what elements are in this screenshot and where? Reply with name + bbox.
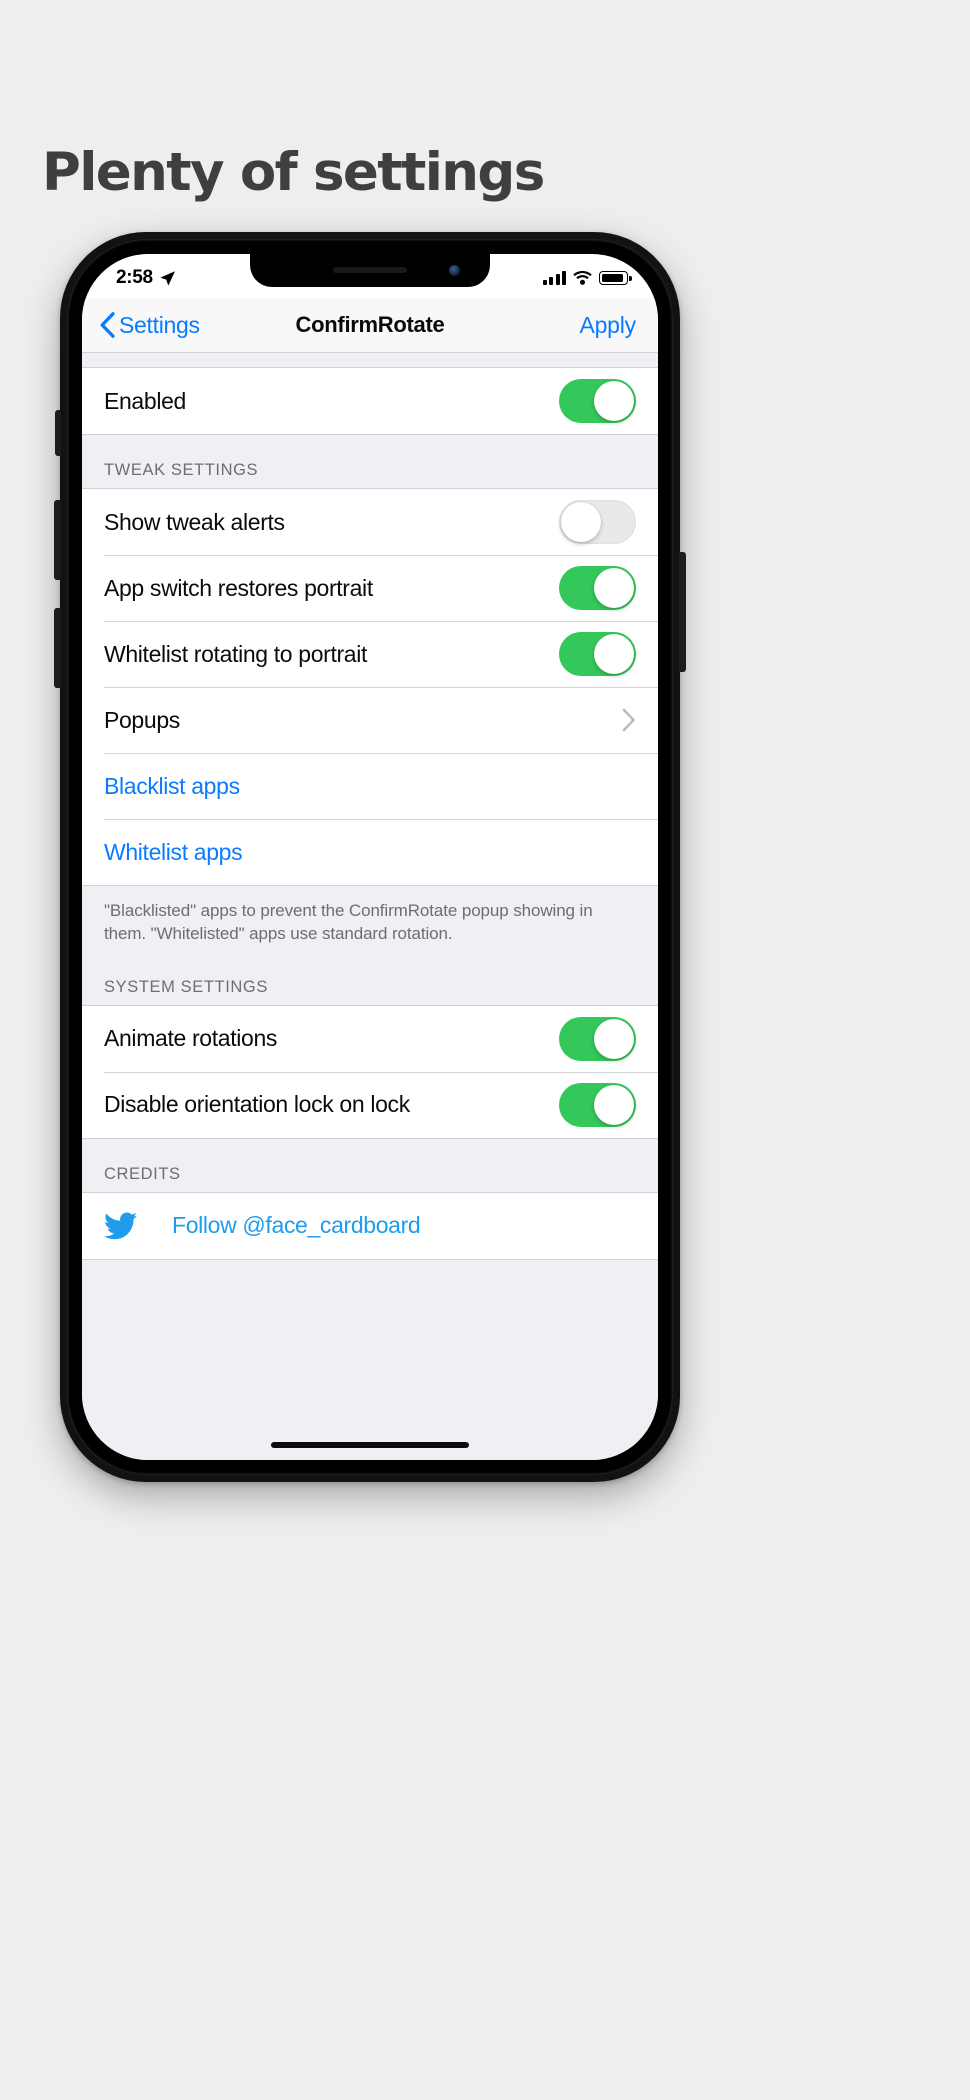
row-label-popups: Popups	[104, 706, 180, 733]
status-bar-time: 2:58	[116, 267, 153, 288]
silent-switch-button[interactable]	[55, 410, 61, 456]
apply-button[interactable]: Apply	[579, 312, 636, 339]
location-arrow-icon	[160, 270, 175, 286]
back-button-label: Settings	[119, 311, 200, 338]
toggle-whitelist-rotating-to-portrait[interactable]	[559, 632, 636, 676]
section-header-system: SYSTEM SETTINGS	[82, 951, 658, 1005]
volume-up-button[interactable]	[54, 608, 61, 688]
cellular-bars-icon	[542, 271, 566, 285]
credits-group: Follow @face_cardboard	[82, 1191, 658, 1260]
toggle-knob	[594, 1018, 634, 1059]
device-notch	[250, 254, 490, 287]
row-label-enabled: Enabled	[104, 387, 186, 414]
toggle-knob	[561, 502, 601, 542]
front-camera-icon	[449, 265, 460, 276]
row-label-whitelist-rotating-to-portrait: Whitelist rotating to portrait	[104, 640, 368, 667]
table-row[interactable]: App switch restores portrait	[82, 555, 658, 621]
home-indicator[interactable]	[271, 1442, 469, 1448]
table-row[interactable]: Disable orientation lock on lock	[82, 1071, 658, 1138]
table-row[interactable]: Enabled	[82, 368, 658, 434]
chevron-right-icon	[622, 708, 635, 732]
toggle-disable-orientation-lock-on-lock[interactable]	[559, 1082, 636, 1127]
toggle-enabled[interactable]	[559, 379, 636, 423]
section-footer-tweak: "Blacklisted" apps to prevent the Confir…	[82, 886, 658, 952]
table-row[interactable]: Whitelist rotating to portrait	[82, 621, 658, 687]
wifi-icon	[573, 271, 592, 285]
row-label-follow-twitter: Follow @face_cardboard	[172, 1212, 421, 1239]
row-label-whitelist-apps: Whitelist apps	[104, 838, 243, 865]
row-label-blacklist-apps: Blacklist apps	[104, 772, 240, 799]
section-header-tweak: TWEAK SETTINGS	[82, 435, 658, 488]
toggle-show-tweak-alerts[interactable]	[559, 500, 636, 544]
enabled-group: Enabled	[82, 367, 658, 435]
toggle-animate-rotations[interactable]	[559, 1016, 636, 1061]
page-title: Plenty of settings	[42, 142, 545, 203]
tweak-settings-group: Show tweak alerts App switch restores po…	[82, 488, 658, 886]
table-row[interactable]: Blacklist apps	[82, 753, 658, 819]
row-label-disable-orientation-lock-on-lock: Disable orientation lock on lock	[104, 1091, 410, 1118]
back-button[interactable]: Settings	[100, 312, 200, 339]
system-settings-group: Animate rotations Disable orientation lo…	[82, 1004, 658, 1139]
phone-device-frame: 2:58 Settings ConfirmRotate Apply Enable…	[54, 232, 686, 1482]
settings-table[interactable]: Enabled TWEAK SETTINGS Show tweak alerts…	[82, 353, 658, 1460]
volume-down-button[interactable]	[54, 500, 61, 580]
navigation-bar: Settings ConfirmRotate Apply	[82, 298, 658, 353]
toggle-knob	[594, 1084, 634, 1125]
earpiece-speaker	[333, 267, 407, 273]
phone-screen: 2:58 Settings ConfirmRotate Apply Enable…	[82, 254, 658, 1460]
table-row[interactable]: Whitelist apps	[82, 819, 658, 885]
power-button[interactable]	[679, 552, 686, 672]
row-label-animate-rotations: Animate rotations	[104, 1025, 278, 1052]
table-row[interactable]: Follow @face_cardboard	[82, 1192, 658, 1259]
page-root: Plenty of settings 2:58 Settings Confirm…	[0, 0, 970, 2100]
toggle-app-switch-restores-portrait[interactable]	[559, 566, 636, 610]
twitter-icon	[104, 1211, 150, 1240]
toggle-knob	[594, 634, 634, 674]
chevron-left-icon	[100, 312, 115, 338]
table-row[interactable]: Popups	[82, 687, 658, 753]
section-header-credits: CREDITS	[82, 1138, 658, 1192]
row-label-app-switch-restores-portrait: App switch restores portrait	[104, 574, 373, 601]
table-row[interactable]: Show tweak alerts	[82, 489, 658, 555]
table-top-spacer	[82, 353, 658, 367]
status-bar-right	[542, 271, 632, 285]
table-row[interactable]: Animate rotations	[82, 1005, 658, 1072]
status-bar-left: 2:58	[116, 267, 176, 289]
toggle-knob	[594, 381, 634, 421]
battery-full-icon	[599, 271, 632, 285]
row-label-show-tweak-alerts: Show tweak alerts	[104, 508, 285, 535]
toggle-knob	[594, 568, 634, 608]
